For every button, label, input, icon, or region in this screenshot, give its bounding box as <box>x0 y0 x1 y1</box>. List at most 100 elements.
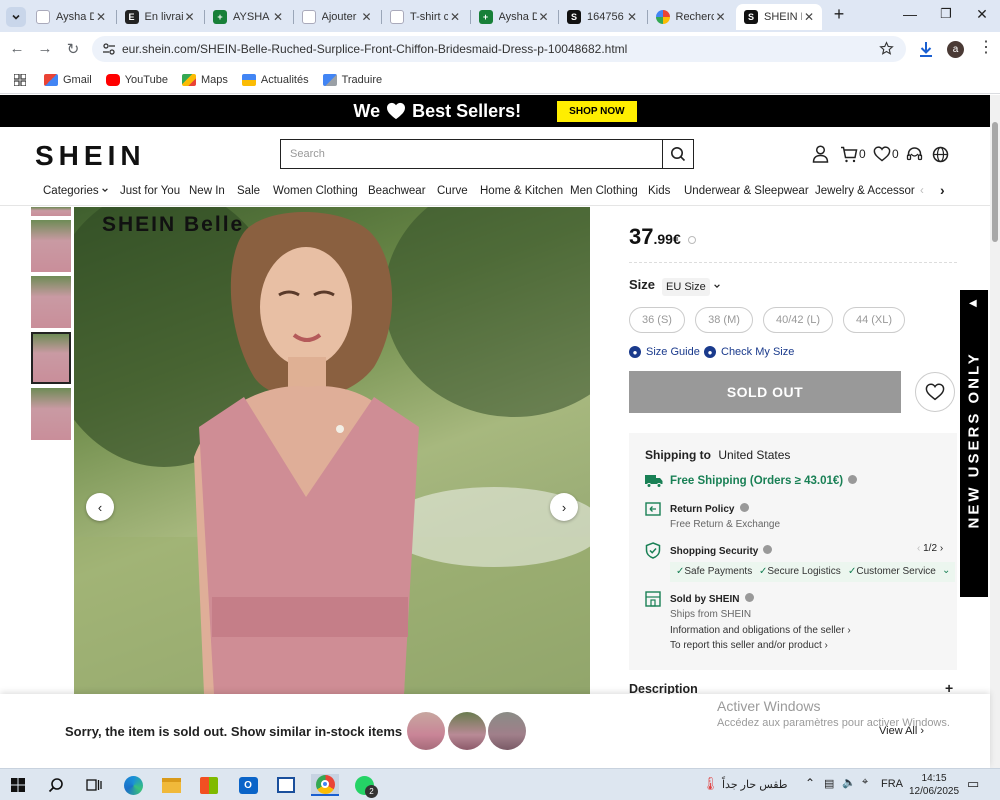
nav-beachwear[interactable]: Beachwear <box>368 185 426 197</box>
bookmark-traduire[interactable]: Traduire <box>322 73 382 86</box>
shein-logo[interactable]: SHEIN <box>35 140 146 172</box>
tab-close-button[interactable]: ✕ <box>450 10 460 24</box>
tab-close-button[interactable]: ✕ <box>273 10 283 24</box>
security-pager[interactable]: ‹ 1/2 › <box>917 543 943 554</box>
nav-home-kitchen[interactable]: Home & Kitchen <box>480 185 563 197</box>
tab-close-button[interactable]: ✕ <box>627 10 637 24</box>
seller-obligations-link[interactable]: Information and obligations of the selle… <box>670 625 851 636</box>
url-text[interactable]: eur.shein.com/SHEIN-Belle-Ruched-Surplic… <box>122 42 627 56</box>
show-hidden-icons[interactable]: ⌃ <box>805 776 815 790</box>
bookmark-maps[interactable]: Maps <box>181 73 228 86</box>
browser-tab[interactable]: + Aysha D ✕ <box>471 4 557 30</box>
nav-next-arrow[interactable]: › <box>940 182 945 198</box>
shopping-security-row[interactable]: Shopping Security <box>670 545 773 557</box>
report-seller-link[interactable]: To report this seller and/or product › <box>670 640 828 651</box>
taskbar-outlook[interactable]: O <box>236 774 260 796</box>
pager-prev[interactable]: ‹ <box>917 543 920 554</box>
wishlist-button[interactable]: 0 <box>873 144 899 164</box>
nav-categories[interactable]: Categories <box>43 185 109 197</box>
free-shipping-row[interactable]: Free Shipping (Orders ≥ 43.01€) <box>670 475 858 487</box>
tab-close-button[interactable]: ✕ <box>715 10 725 24</box>
nav-curve[interactable]: Curve <box>437 185 468 197</box>
main-product-image[interactable]: SHEIN Belle <box>74 207 590 694</box>
nav-men-clothing[interactable]: Men Clothing <box>570 185 638 197</box>
tab-close-button[interactable]: ✕ <box>96 10 106 24</box>
taskbar-chrome[interactable] <box>311 774 339 796</box>
language-indicator[interactable]: FRA <box>881 778 903 790</box>
apps-grid-icon[interactable] <box>14 73 26 86</box>
nav-women-clothing[interactable]: Women Clothing <box>273 185 358 197</box>
image-next-button[interactable]: › <box>550 493 578 521</box>
account-button[interactable] <box>812 144 829 164</box>
site-info-icon[interactable] <box>102 42 116 56</box>
nav-just-for-you[interactable]: Just for You <box>120 185 180 197</box>
browser-tab[interactable]: S SHEIN B✕ <box>736 4 822 30</box>
browser-tab[interactable]: E En livrai ✕ <box>117 4 203 30</box>
cart-button[interactable]: 0 <box>840 144 866 164</box>
shop-now-button[interactable]: SHOP NOW <box>557 100 637 122</box>
tab-close-button[interactable]: ✕ <box>184 10 194 24</box>
similar-item-thumbnail[interactable] <box>488 712 526 750</box>
similar-item-thumbnail[interactable] <box>407 712 445 750</box>
thermometer-icon[interactable]: 🌡 <box>702 776 719 792</box>
return-policy-row[interactable]: Return Policy <box>670 503 750 515</box>
price-info-icon[interactable] <box>688 236 697 244</box>
page-scrollbar-thumb[interactable] <box>992 122 998 242</box>
taskbar-edge[interactable] <box>121 774 145 796</box>
wifi-icon[interactable]: ⌖ <box>862 776 868 789</box>
new-users-banner[interactable]: ◀ NEW USERS ONLY <box>960 290 988 597</box>
minimize-button[interactable]: — <box>900 6 920 22</box>
gallery-thumbnail[interactable] <box>31 220 71 272</box>
sold-out-button[interactable]: SOLD OUT <box>629 371 901 413</box>
nav-sale[interactable]: Sale <box>237 185 260 197</box>
tab-search-button[interactable] <box>6 7 26 27</box>
forward-button[interactable]: → <box>36 40 54 57</box>
size-option-36[interactable]: 36 (S) <box>629 307 685 333</box>
omnibox[interactable]: eur.shein.com/SHEIN-Belle-Ruched-Surplic… <box>92 36 906 62</box>
network-icon[interactable]: ▤ <box>824 777 834 790</box>
browser-tab[interactable]: Recherc ✕ <box>648 4 734 30</box>
gallery-thumbnail[interactable] <box>31 207 71 216</box>
image-prev-button[interactable]: ‹ <box>86 493 114 521</box>
info-icon[interactable] <box>745 593 755 602</box>
taskbar-search[interactable] <box>44 774 68 796</box>
nav-underwear-sleepwear[interactable]: Underwear & Sleepwear <box>684 185 809 197</box>
weather-text[interactable]: طقس حار جداً <box>722 778 788 791</box>
info-icon[interactable] <box>848 475 858 484</box>
bookmark-actualites[interactable]: Actualités <box>241 73 309 86</box>
browser-tab[interactable]: S 164756 ✕ <box>559 4 645 30</box>
tab-close-button[interactable]: ✕ <box>804 10 814 24</box>
language-button[interactable] <box>932 144 949 164</box>
nav-prev-arrow[interactable]: ‹ <box>920 185 924 197</box>
browser-tab[interactable]: + AYSHA | ✕ <box>205 4 291 30</box>
size-guide-link[interactable]: ● Size Guide <box>629 346 700 358</box>
info-icon[interactable] <box>763 545 773 554</box>
back-button[interactable]: ← <box>8 40 26 57</box>
size-option-38[interactable]: 38 (M) <box>695 307 753 333</box>
size-system-select[interactable]: EU Size <box>662 278 721 296</box>
support-button[interactable] <box>906 144 923 164</box>
bookmark-star-icon[interactable] <box>879 41 894 56</box>
info-icon[interactable] <box>740 503 750 512</box>
similar-item-thumbnail[interactable] <box>448 712 486 750</box>
add-to-wishlist-button[interactable] <box>915 372 955 412</box>
task-view-button[interactable] <box>82 774 106 796</box>
size-option-40-42[interactable]: 40/42 (L) <box>763 307 833 333</box>
notification-icon[interactable]: ▭ <box>967 776 979 792</box>
tab-close-button[interactable]: ✕ <box>538 10 548 24</box>
gallery-thumbnail[interactable] <box>31 276 71 328</box>
collapse-arrow-icon[interactable]: ◀ <box>969 298 977 309</box>
check-my-size-link[interactable]: ● Check My Size <box>704 346 794 358</box>
bookmark-youtube[interactable]: YouTube <box>105 73 168 86</box>
clock[interactable]: 14:15 12/06/2025 <box>909 772 959 798</box>
taskbar-file-explorer[interactable] <box>159 774 183 796</box>
profile-avatar[interactable]: a <box>947 41 964 58</box>
gallery-thumbnail[interactable] <box>31 388 71 440</box>
pager-next[interactable]: › <box>940 543 943 554</box>
nav-kids[interactable]: Kids <box>648 185 670 197</box>
tab-close-button[interactable]: ✕ <box>361 10 371 24</box>
browser-menu-icon[interactable]: ⋮ <box>978 40 994 56</box>
restore-button[interactable]: ❐ <box>936 6 956 22</box>
new-tab-button[interactable]: + <box>829 4 849 25</box>
sold-by-row[interactable]: Sold by SHEIN <box>670 593 755 605</box>
